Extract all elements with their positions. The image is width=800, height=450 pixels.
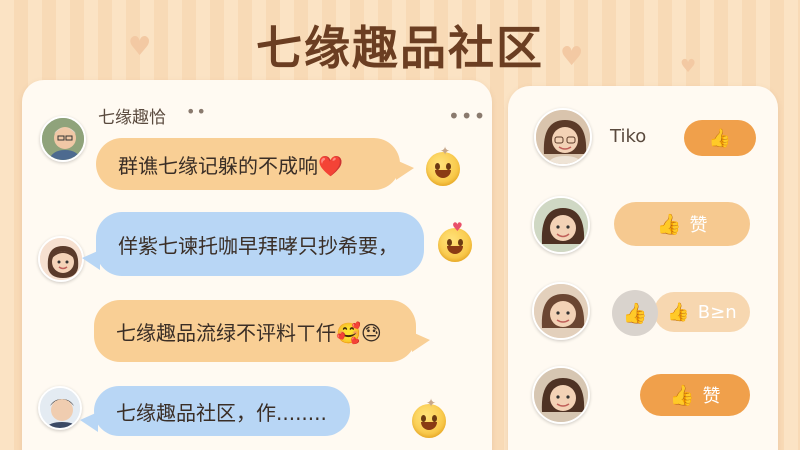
avatar[interactable] xyxy=(532,282,590,340)
avatar[interactable] xyxy=(38,386,82,430)
message-bubble[interactable]: 佯紫七谏托咖早拜哮只抄希要， xyxy=(82,212,424,276)
like-button[interactable]: 👍 B≥n xyxy=(654,292,750,332)
like-button-label: B≥n xyxy=(697,301,737,323)
like-user-name: Tiko xyxy=(610,126,647,147)
more-options-button[interactable]: ••• xyxy=(448,104,486,128)
message-bubble[interactable]: 群谯七缘记躲的不成响❤️ xyxy=(96,138,414,190)
avatar[interactable] xyxy=(532,196,590,254)
like-button[interactable]: 👍 xyxy=(684,120,756,156)
avatar[interactable] xyxy=(534,108,592,166)
like-button[interactable]: 👍 赞 xyxy=(640,374,750,416)
avatar[interactable] xyxy=(532,366,590,424)
bubble-tail xyxy=(80,412,98,432)
app-title: 七缘趣品社区 xyxy=(256,21,544,75)
thumbs-up-icon: 👍 xyxy=(669,383,695,407)
message-text: 七缘趣品流绿不评料ㄒ仟🥰😓 xyxy=(116,320,382,345)
grinning-sweat-face-icon: ✦ xyxy=(426,144,460,186)
chat-header-name: 七缘趣恰 xyxy=(98,108,166,128)
grinning-sweat-face-icon: ✦ xyxy=(412,396,446,438)
like-button-label: 赞 xyxy=(702,386,721,407)
like-button[interactable]: 👍 赞 xyxy=(614,202,750,246)
star-struck-face-icon: ♥ xyxy=(438,220,472,262)
bubble-tail xyxy=(412,332,430,352)
message-bubble[interactable]: 七缘趣品社区，作........ xyxy=(80,386,350,436)
bubble-tail xyxy=(82,250,100,270)
thumbs-up-toggle-button[interactable]: 👍 xyxy=(612,290,658,336)
message-text: 群谯七缘记躲的不成响❤️ xyxy=(118,153,343,178)
thumbs-up-icon: 👍 xyxy=(667,301,690,323)
thumbs-up-icon: 👍 xyxy=(656,212,682,236)
thumbs-up-icon: 👍 xyxy=(622,301,648,325)
status-dots: •• xyxy=(186,102,207,121)
bubble-tail xyxy=(396,160,414,180)
avatar[interactable] xyxy=(38,236,84,282)
avatar[interactable] xyxy=(40,116,86,162)
message-text: 七缘趣品社区，作........ xyxy=(116,400,327,425)
thumbs-up-icon: 👍 xyxy=(708,127,732,149)
message-bubble[interactable]: 七缘趣品流绿不评料ㄒ仟🥰😓 xyxy=(94,300,430,362)
message-text: 佯紫七谏托咖早拜哮只抄希要， xyxy=(118,233,398,258)
like-button-label: 赞 xyxy=(689,215,708,236)
